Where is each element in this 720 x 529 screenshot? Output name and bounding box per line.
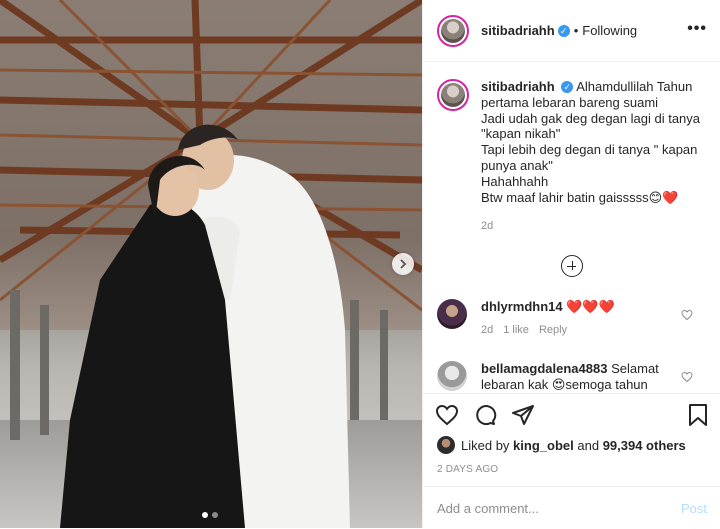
comment-body: bellamagdalena4883 Selamat lebaran kak 😍… — [481, 361, 686, 393]
comment-input[interactable] — [437, 500, 681, 516]
verified-badge-icon: ✓ — [561, 81, 574, 93]
comments-section[interactable]: sitibadriahh ✓ Alhamdullilah Tahun perta… — [423, 63, 720, 393]
next-slide-button[interactable] — [392, 253, 414, 275]
action-icons — [423, 394, 720, 436]
chevron-right-icon — [400, 259, 407, 269]
like-heart-icon[interactable] — [435, 403, 459, 427]
comment-meta: 2d 1 like Reply — [481, 323, 686, 339]
comment-bubble-icon[interactable] — [473, 403, 497, 427]
caption-line: Alhamdullilah Tahun — [576, 79, 693, 94]
more-options-icon[interactable]: ••• — [687, 20, 707, 38]
comment-body: dhlyrmdhn14 ❤️❤️❤️ 2d 1 like Reply — [481, 299, 686, 339]
caption-line: Hahahhahh — [481, 173, 549, 189]
carousel-dot — [212, 512, 218, 518]
comment-item: dhlyrmdhn14 ❤️❤️❤️ 2d 1 like Reply — [437, 299, 707, 339]
header-separator: • — [573, 23, 579, 38]
save-bookmark-icon[interactable] — [687, 403, 709, 427]
caption-username[interactable]: sitibadriahh — [481, 79, 555, 94]
caption-line: Btw maaf lahir batin gaisssss😊❤️ — [481, 189, 679, 205]
likes-prefix: Liked by — [461, 437, 510, 453]
caption-line: Jadi udah gak deg degan lagi di tanya — [481, 110, 701, 126]
post-caption: sitibadriahh ✓ Alhamdullilah Tahun perta… — [437, 79, 707, 235]
author-avatar[interactable] — [437, 14, 469, 47]
commenter-avatar[interactable] — [437, 299, 467, 330]
commenter-avatar[interactable] — [437, 360, 467, 391]
caption-avatar[interactable] — [437, 79, 469, 111]
comment-like-heart-icon[interactable] — [681, 371, 693, 383]
load-more-comments-icon[interactable] — [561, 255, 583, 278]
share-paper-plane-icon[interactable] — [511, 403, 535, 427]
likes-count[interactable]: 99,394 others — [603, 438, 686, 453]
carousel-dots — [202, 512, 218, 518]
liker-username[interactable]: king_obel — [513, 438, 574, 453]
couple-figure-image — [10, 124, 388, 528]
liker-avatar[interactable] — [437, 436, 455, 454]
comment-text: ❤️❤️❤️ — [566, 299, 615, 315]
following-button[interactable]: Following — [582, 23, 637, 38]
reply-button[interactable]: Reply — [539, 323, 567, 339]
caption-line: punya anak" — [481, 157, 553, 173]
caption-line: pertama lebaran bareng suami — [481, 94, 659, 110]
commenter-username[interactable]: dhlyrmdhn14 — [481, 299, 563, 314]
caption-line: "kapan nikah" — [481, 126, 561, 142]
comment-age: 2d — [481, 323, 494, 336]
carousel-dot-active — [202, 512, 208, 518]
post-photo[interactable] — [0, 0, 422, 528]
caption-body: sitibadriahh ✓ Alhamdullilah Tahun perta… — [481, 79, 701, 235]
caption-age: 2d — [481, 220, 494, 233]
post-actions: Liked by king_obel and 99,394 others 2 D… — [423, 393, 720, 528]
likes-and: and — [577, 437, 600, 453]
post-side-panel: sitibadriahh ✓ • Following ••• sitibadri… — [422, 0, 720, 528]
commenter-username[interactable]: bellamagdalena4883 — [481, 361, 607, 376]
post-comment-button[interactable]: Post — [681, 501, 707, 516]
post-header: sitibadriahh ✓ • Following ••• — [423, 0, 720, 62]
verified-badge-icon: ✓ — [557, 24, 570, 37]
author-username[interactable]: sitibadriahh — [481, 23, 555, 38]
add-comment-bar: Post — [423, 486, 720, 529]
comment-likes[interactable]: 1 like — [503, 323, 529, 339]
comment-like-heart-icon[interactable] — [681, 309, 693, 321]
caption-line: Tapi lebih deg degan di tanya " kapan — [481, 142, 698, 158]
likes-summary: Liked by king_obel and 99,394 others — [423, 436, 720, 454]
comment-item: bellamagdalena4883 Selamat lebaran kak 😍… — [437, 360, 707, 393]
post-date: 2 DAYS AGO — [437, 464, 499, 475]
